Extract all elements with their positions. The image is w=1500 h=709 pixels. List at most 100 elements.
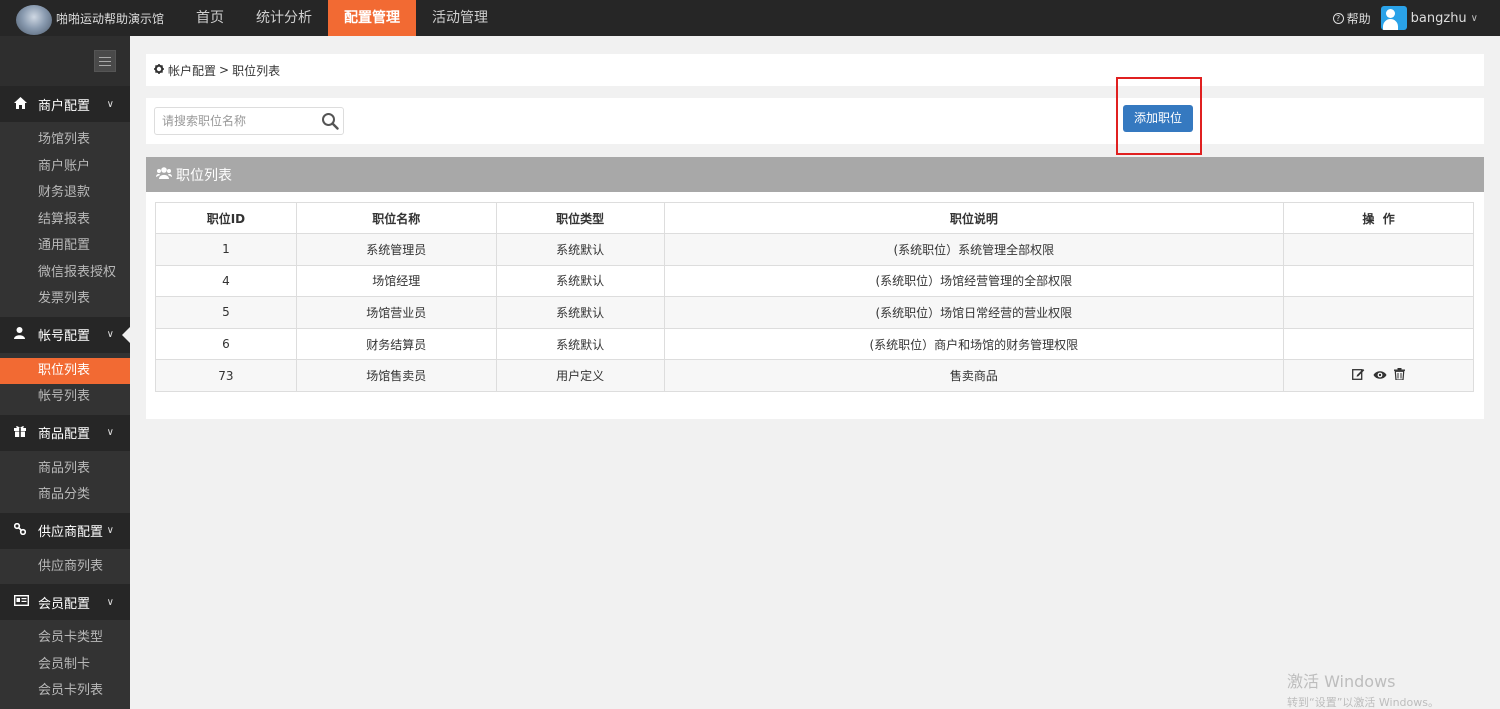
gear-icon	[154, 63, 164, 77]
chevron-down-icon: ∨	[106, 98, 114, 110]
cell-name: 系统管理员	[295, 233, 497, 266]
top-navbar: 啪啪运动帮助演示馆 首页 统计分析 配置管理 活动管理 ? 帮助 bangzhu…	[0, 0, 1500, 36]
sidebar-group-account[interactable]: 帐号配置 ∨	[0, 316, 130, 353]
table-row: 5 场馆营业员 系统默认 (系统职位）场馆日常经营的营业权限	[155, 296, 1474, 329]
toolbar: 添加职位	[146, 98, 1484, 144]
question-icon: ?	[1332, 12, 1344, 24]
sidebar-item-settlement[interactable]: 结算报表	[0, 207, 130, 234]
user-icon	[14, 327, 30, 342]
cell-desc: 售卖商品	[663, 359, 1285, 392]
cell-type: 系统默认	[495, 233, 665, 266]
chevron-down-icon: ∨	[106, 427, 114, 438]
chevron-down-icon: ∨	[106, 525, 114, 536]
sidebar-item-supplier-list[interactable]: 供应商列表	[0, 554, 130, 581]
highlight-annotation	[1116, 77, 1202, 155]
cell-desc: (系统职位）场馆日常经营的营业权限	[663, 296, 1285, 329]
help-label: 帮助	[1346, 11, 1371, 26]
table-row: 4 场馆经理 系统默认 (系统职位）场馆经营管理的全部权限	[155, 264, 1474, 298]
position-list-panel: 职位列表 职位ID 职位名称 职位类型 职位说明 操 作 1 系统管理员 系统默…	[146, 157, 1484, 419]
sidebar-group-merchant[interactable]: 商户配置 ∨	[0, 86, 130, 122]
edit-icon[interactable]	[1351, 368, 1365, 384]
avatar[interactable]	[1380, 6, 1407, 30]
chevron-down-icon[interactable]: ∨	[1471, 13, 1478, 24]
brand-logo	[16, 5, 52, 35]
cell-desc: (系统职位）系统管理全部权限	[663, 233, 1285, 266]
sidebar-item-card-type[interactable]: 会员卡类型	[0, 625, 130, 652]
sidebar-item-venue-list[interactable]: 场馆列表	[0, 127, 130, 154]
search-box	[154, 107, 344, 135]
id-card-icon	[13, 594, 30, 609]
sidebar-item-product-list[interactable]: 商品列表	[0, 456, 130, 483]
cell-id: 5	[155, 296, 297, 329]
sidebar-item-product-category[interactable]: 商品分类	[0, 482, 130, 509]
nav-activity[interactable]: 活动管理	[416, 0, 504, 36]
sidebar-item-invoice-list[interactable]: 发票列表	[0, 286, 130, 313]
watermark-subtitle: 转到“设置”以激活 Windows。	[1287, 696, 1439, 709]
sidebar-item-refund[interactable]: 财务退款	[0, 180, 130, 207]
column-header: 职位说明	[663, 202, 1285, 234]
cell-name: 场馆经理	[295, 264, 497, 298]
position-table: 职位ID 职位名称 职位类型 职位说明 操 作 1 系统管理员 系统默认 (系统…	[155, 202, 1474, 392]
cell-actions	[1283, 264, 1474, 298]
breadcrumb-separator: >	[219, 63, 230, 77]
link-icon	[13, 522, 30, 538]
sidebar-group-supplier[interactable]: 供应商配置 ∨	[0, 512, 130, 549]
brand[interactable]: 啪啪运动帮助演示馆	[16, 0, 164, 36]
cell-type: 系统默认	[495, 327, 665, 361]
nav-home[interactable]: 首页	[180, 0, 240, 36]
table-row: 73 场馆售卖员 用户定义 售卖商品	[155, 359, 1474, 392]
breadcrumb: 帐户配置 > 职位列表	[146, 54, 1484, 86]
help-link[interactable]: ? 帮助	[1332, 10, 1371, 27]
breadcrumb-parent[interactable]: 帐户配置	[168, 62, 216, 79]
nav-config[interactable]: 配置管理	[328, 0, 416, 36]
sidebar: 商户配置 ∨ 场馆列表 商户账户 财务退款 结算报表 通用配置 微信报表授权 发…	[0, 36, 130, 709]
cell-name: 财务结算员	[295, 327, 497, 361]
cell-desc: (系统职位）商户和场馆的财务管理权限	[663, 327, 1285, 361]
users-icon	[156, 167, 172, 182]
main-nav: 首页 统计分析 配置管理 活动管理	[180, 0, 504, 36]
cell-id: 6	[155, 327, 297, 361]
cell-actions	[1283, 233, 1474, 266]
sidebar-group-member[interactable]: 会员配置 ∨	[0, 584, 130, 620]
home-icon	[14, 96, 30, 112]
username[interactable]: bangzhu	[1411, 11, 1467, 26]
search-icon[interactable]	[321, 112, 339, 130]
sidebar-toggle-area	[0, 36, 130, 86]
trash-icon[interactable]	[1394, 367, 1406, 384]
column-header: 操 作	[1283, 202, 1474, 234]
menu-toggle-icon[interactable]	[94, 50, 116, 72]
panel-header: 职位列表	[146, 157, 1484, 192]
cell-name: 场馆售卖员	[295, 359, 497, 392]
sidebar-group-product[interactable]: 商品配置 ∨	[0, 414, 130, 451]
table-row: 1 系统管理员 系统默认 (系统职位）系统管理全部权限	[155, 233, 1474, 266]
eye-icon[interactable]	[1373, 369, 1387, 384]
sidebar-group-label: 供应商配置	[38, 525, 104, 540]
column-header: 职位类型	[495, 202, 665, 234]
gift-icon	[14, 425, 30, 440]
sidebar-item-card-make[interactable]: 会员制卡	[0, 652, 130, 679]
cell-id: 4	[155, 264, 297, 298]
cell-type: 系统默认	[495, 264, 665, 298]
sidebar-item-merchant-account[interactable]: 商户账户	[0, 154, 130, 181]
search-input[interactable]	[155, 108, 305, 134]
table-row: 6 财务结算员 系统默认 (系统职位）商户和场馆的财务管理权限	[155, 327, 1474, 361]
cell-id: 73	[155, 359, 297, 392]
sidebar-group-label: 商户配置	[38, 98, 91, 114]
breadcrumb-current: 职位列表	[232, 63, 281, 78]
sidebar-item-wechat-auth[interactable]: 微信报表授权	[0, 260, 130, 287]
sidebar-item-general-config[interactable]: 通用配置	[0, 233, 130, 260]
user-area: ? 帮助 bangzhu ∨	[1332, 0, 1478, 36]
cell-id: 1	[155, 233, 297, 266]
column-header: 职位ID	[155, 202, 297, 234]
table-header-row: 职位ID 职位名称 职位类型 职位说明 操 作	[155, 202, 1474, 234]
sidebar-item-card-list[interactable]: 会员卡列表	[0, 678, 130, 705]
column-header: 职位名称	[295, 202, 497, 234]
sidebar-item-position-list[interactable]: 职位列表	[0, 357, 130, 384]
cell-actions	[1283, 296, 1474, 329]
chevron-down-icon: ∨	[106, 329, 114, 340]
sidebar-group-label: 商品配置	[38, 427, 91, 442]
nav-statistics[interactable]: 统计分析	[240, 0, 328, 36]
cell-type: 用户定义	[495, 359, 665, 392]
panel-title: 职位列表	[176, 167, 232, 184]
sidebar-item-account-list[interactable]: 帐号列表	[0, 384, 130, 411]
